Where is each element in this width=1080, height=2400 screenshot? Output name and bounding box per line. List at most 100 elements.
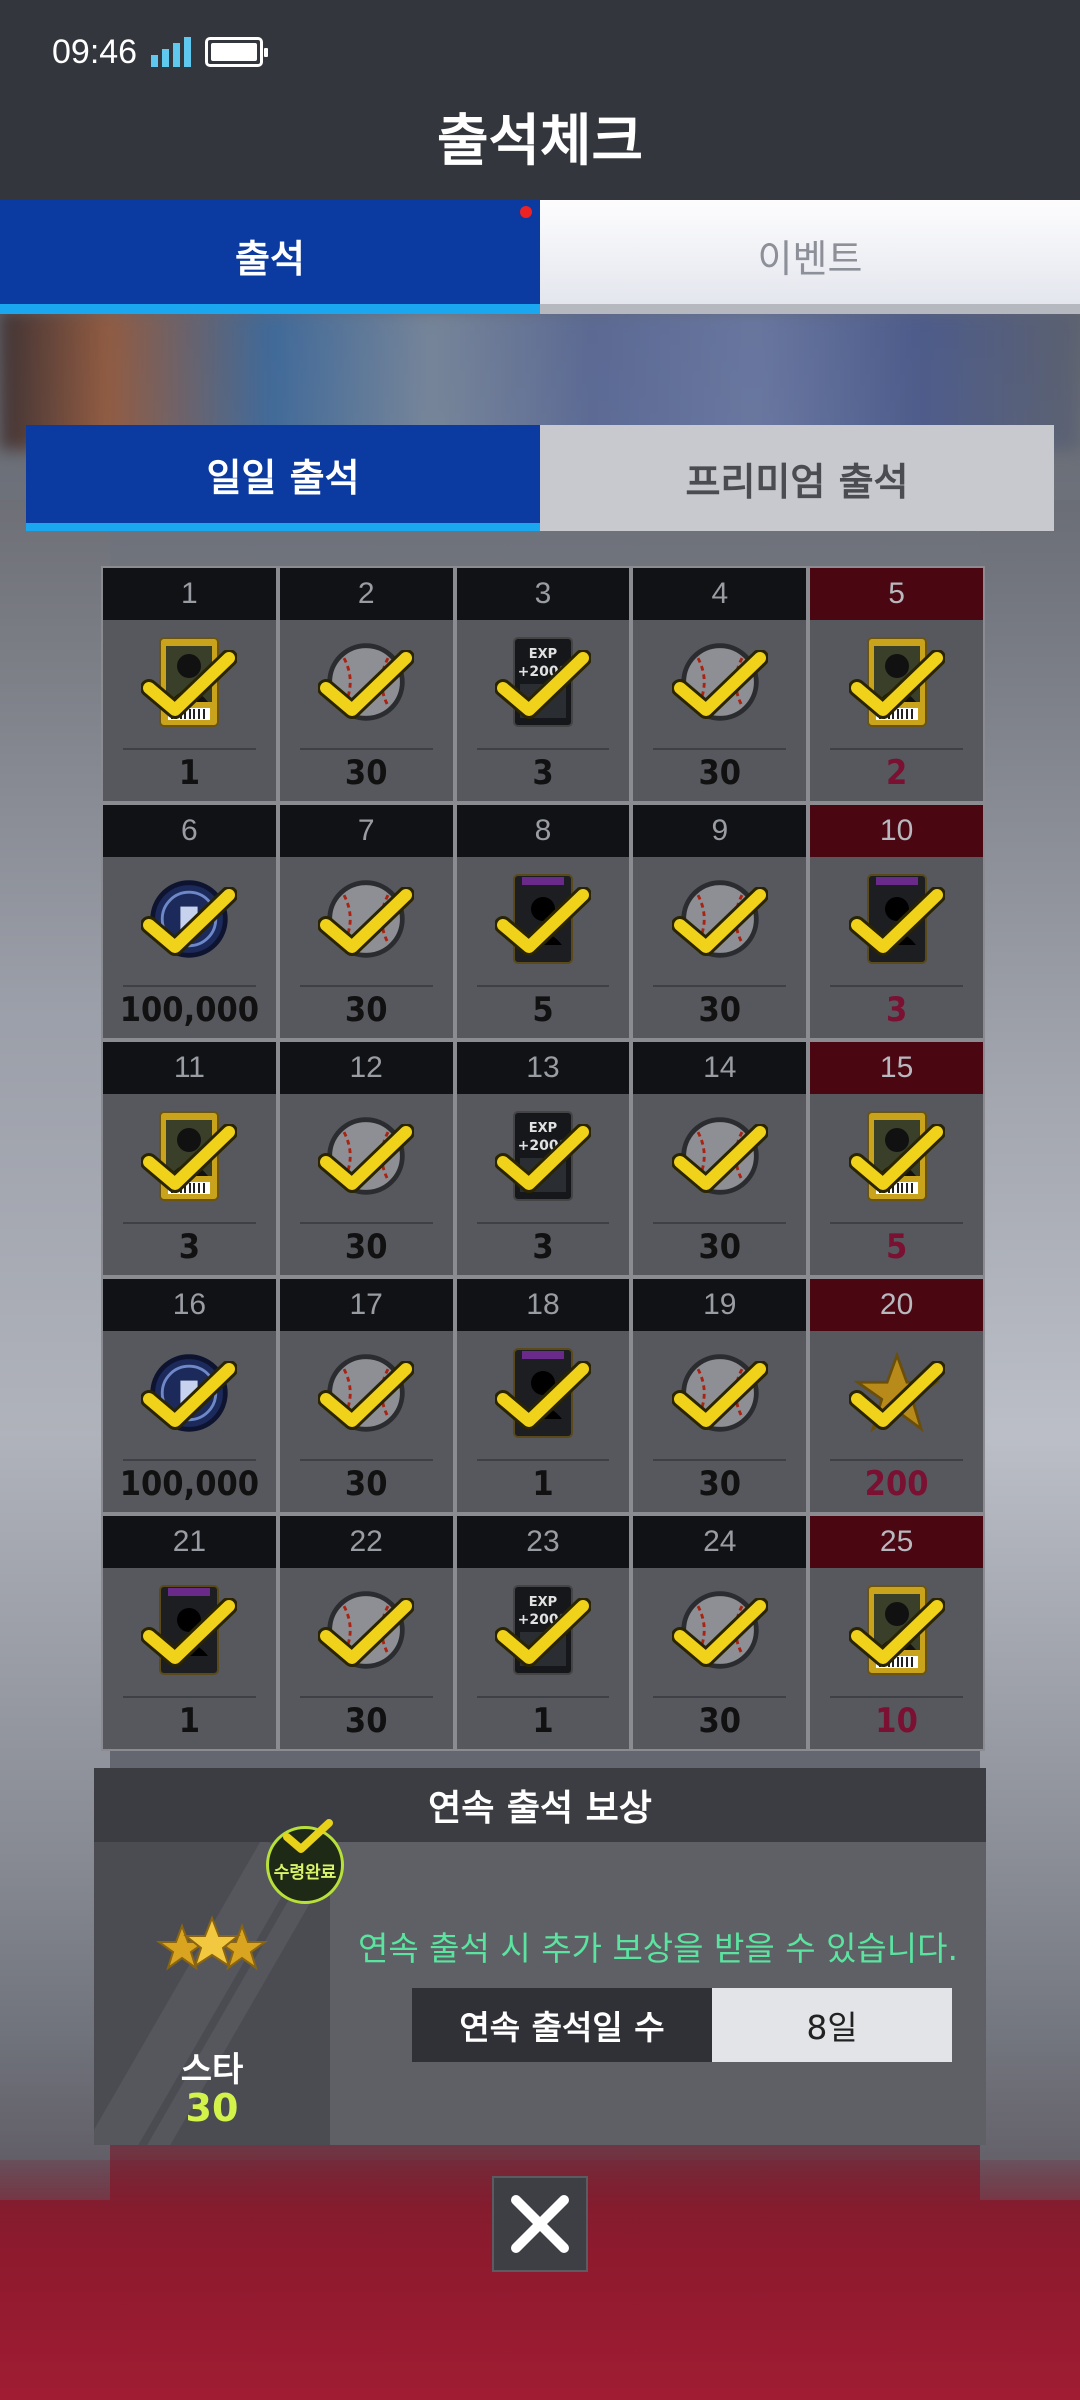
attendance-day-cell[interactable]: 13 EXP +2000 3 — [454, 1040, 632, 1277]
claimed-check-icon — [671, 1124, 768, 1193]
reward-amount: 30 — [344, 1464, 388, 1504]
claimed-check-icon — [848, 650, 945, 719]
day-number: 9 — [633, 805, 807, 857]
claimed-check-icon — [494, 1361, 591, 1430]
day-number: 10 — [810, 805, 983, 857]
day-reward: EXP +2000 1 — [456, 1568, 630, 1749]
tab-event[interactable]: 이벤트 — [540, 200, 1080, 314]
day-number: 1 — [103, 568, 276, 620]
day-number: 6 — [103, 805, 276, 857]
day-reward: 100,000 — [103, 1331, 276, 1512]
tab-premium-attendance[interactable]: 프리미엄 출석 — [540, 425, 1054, 531]
claimed-check-icon — [141, 1361, 238, 1430]
reward-amount: 10 — [875, 1701, 918, 1741]
attendance-day-cell[interactable]: 20 200 — [808, 1277, 985, 1514]
sub-tabs: 일일 출석 프리미엄 출석 — [26, 425, 1054, 531]
day-number: 18 — [456, 1279, 630, 1331]
attendance-day-cell[interactable]: 2 30 — [277, 566, 455, 803]
claimed-check-icon — [848, 887, 945, 956]
tab-daily-attendance[interactable]: 일일 출석 — [26, 425, 540, 531]
claimed-check-icon — [848, 1361, 945, 1430]
attendance-day-cell[interactable]: 9 30 — [631, 803, 809, 1040]
day-reward: 2 — [810, 620, 983, 801]
attendance-day-cell[interactable]: 12 30 — [277, 1040, 455, 1277]
day-reward: 30 — [633, 620, 807, 801]
attendance-day-cell[interactable]: 22 30 — [277, 1514, 455, 1751]
reward-amount: 30 — [698, 990, 742, 1030]
attendance-day-cell[interactable]: 3 EXP +2000 3 — [454, 566, 632, 803]
close-button[interactable] — [492, 2176, 588, 2272]
streak-title: 연속 출석 보상 — [94, 1768, 986, 1842]
day-number: 4 — [633, 568, 807, 620]
attendance-day-cell[interactable]: 4 30 — [631, 566, 809, 803]
header-bar: 09:46 출석체크 — [0, 0, 1080, 200]
attendance-day-cell[interactable]: 19 30 — [631, 1277, 809, 1514]
day-reward: 10 — [810, 1568, 983, 1749]
day-reward: 30 — [279, 1568, 453, 1749]
claimed-check-icon — [318, 1598, 415, 1667]
reward-amount: 30 — [344, 753, 388, 793]
streak-days-row: 연속 출석일 수 8일 — [412, 1988, 952, 2062]
attendance-day-cell[interactable]: 52 — [808, 566, 985, 803]
day-reward: 3 — [810, 857, 983, 1038]
claimed-check-icon — [318, 650, 415, 719]
attendance-day-cell[interactable]: 25 10 — [808, 1514, 985, 1751]
stars-icon — [155, 1915, 269, 1971]
day-reward: 5 — [810, 1094, 983, 1275]
day-reward: 100,000 — [103, 857, 276, 1038]
attendance-day-cell[interactable]: 10 3 — [808, 803, 985, 1040]
attendance-day-cell[interactable]: 23 EXP +2000 1 — [454, 1514, 632, 1751]
reward-amount: 2 — [885, 753, 908, 793]
reward-amount: 1 — [178, 1701, 201, 1741]
signal-icon — [151, 37, 192, 67]
claimed-badge-text: 수령완료 — [273, 1863, 337, 1883]
attendance-day-cell[interactable]: 15 5 — [808, 1040, 985, 1277]
day-reward: 3 — [103, 1094, 276, 1275]
claimed-check-icon — [494, 1124, 591, 1193]
day-reward: 1 — [103, 620, 276, 801]
day-reward: EXP +2000 3 — [456, 1094, 630, 1275]
day-number: 20 — [810, 1279, 983, 1331]
reward-amount: 1 — [178, 753, 201, 793]
attendance-day-cell[interactable]: 11 3 — [101, 1040, 278, 1277]
day-number: 5 — [810, 568, 983, 620]
attendance-day-cell[interactable]: 18 1 — [454, 1277, 632, 1514]
day-reward: 1 — [456, 1331, 630, 1512]
claimed-check-icon — [494, 650, 591, 719]
attendance-day-cell[interactable]: 14 30 — [631, 1040, 809, 1277]
reward-amount: 30 — [344, 1701, 388, 1741]
day-number: 14 — [633, 1042, 807, 1094]
reward-amount: 30 — [344, 990, 388, 1030]
streak-reward-panel: 연속 출석 보상 스타 30 수령완료 연속 출석 시 추가 보상을 받을 수 … — [94, 1768, 986, 2145]
day-number: 21 — [103, 1516, 276, 1568]
day-reward: 200 — [810, 1331, 983, 1512]
attendance-day-cell[interactable]: 21 1 — [101, 1514, 278, 1751]
attendance-day-cell[interactable]: 16 100,000 — [101, 1277, 278, 1514]
attendance-day-cell[interactable]: 17 30 — [277, 1277, 455, 1514]
claimed-check-icon — [318, 887, 415, 956]
attendance-day-cell[interactable]: 7 30 — [277, 803, 455, 1040]
reward-amount: 30 — [698, 1701, 742, 1741]
claimed-check-icon — [671, 650, 768, 719]
claimed-check-icon — [494, 1598, 591, 1667]
close-icon — [511, 2195, 569, 2253]
day-reward: 30 — [633, 1331, 807, 1512]
attendance-day-cell[interactable]: 24 30 — [631, 1514, 809, 1751]
attendance-day-cell[interactable]: 85 — [454, 803, 632, 1040]
streak-message: 연속 출석 시 추가 보상을 받을 수 있습니다. — [357, 1929, 959, 1968]
reward-amount: 30 — [698, 753, 742, 793]
streak-days-label: 연속 출석일 수 — [412, 1988, 712, 2062]
tab-premium-label: 프리미엄 출석 — [685, 459, 909, 504]
day-number: 13 — [456, 1042, 630, 1094]
day-reward: 30 — [633, 1094, 807, 1275]
day-reward: 30 — [279, 1094, 453, 1275]
attendance-day-cell[interactable]: 6 100,000 — [101, 803, 278, 1040]
reward-amount: 100,000 — [119, 1464, 260, 1504]
day-number: 2 — [279, 568, 453, 620]
claimed-check-icon — [141, 650, 238, 719]
reward-amount: 3 — [178, 1227, 201, 1267]
day-reward: 30 — [279, 1331, 453, 1512]
tab-attendance[interactable]: 출석 — [0, 200, 540, 314]
attendance-day-cell[interactable]: 11 — [101, 566, 278, 803]
claimed-check-icon — [848, 1124, 945, 1193]
